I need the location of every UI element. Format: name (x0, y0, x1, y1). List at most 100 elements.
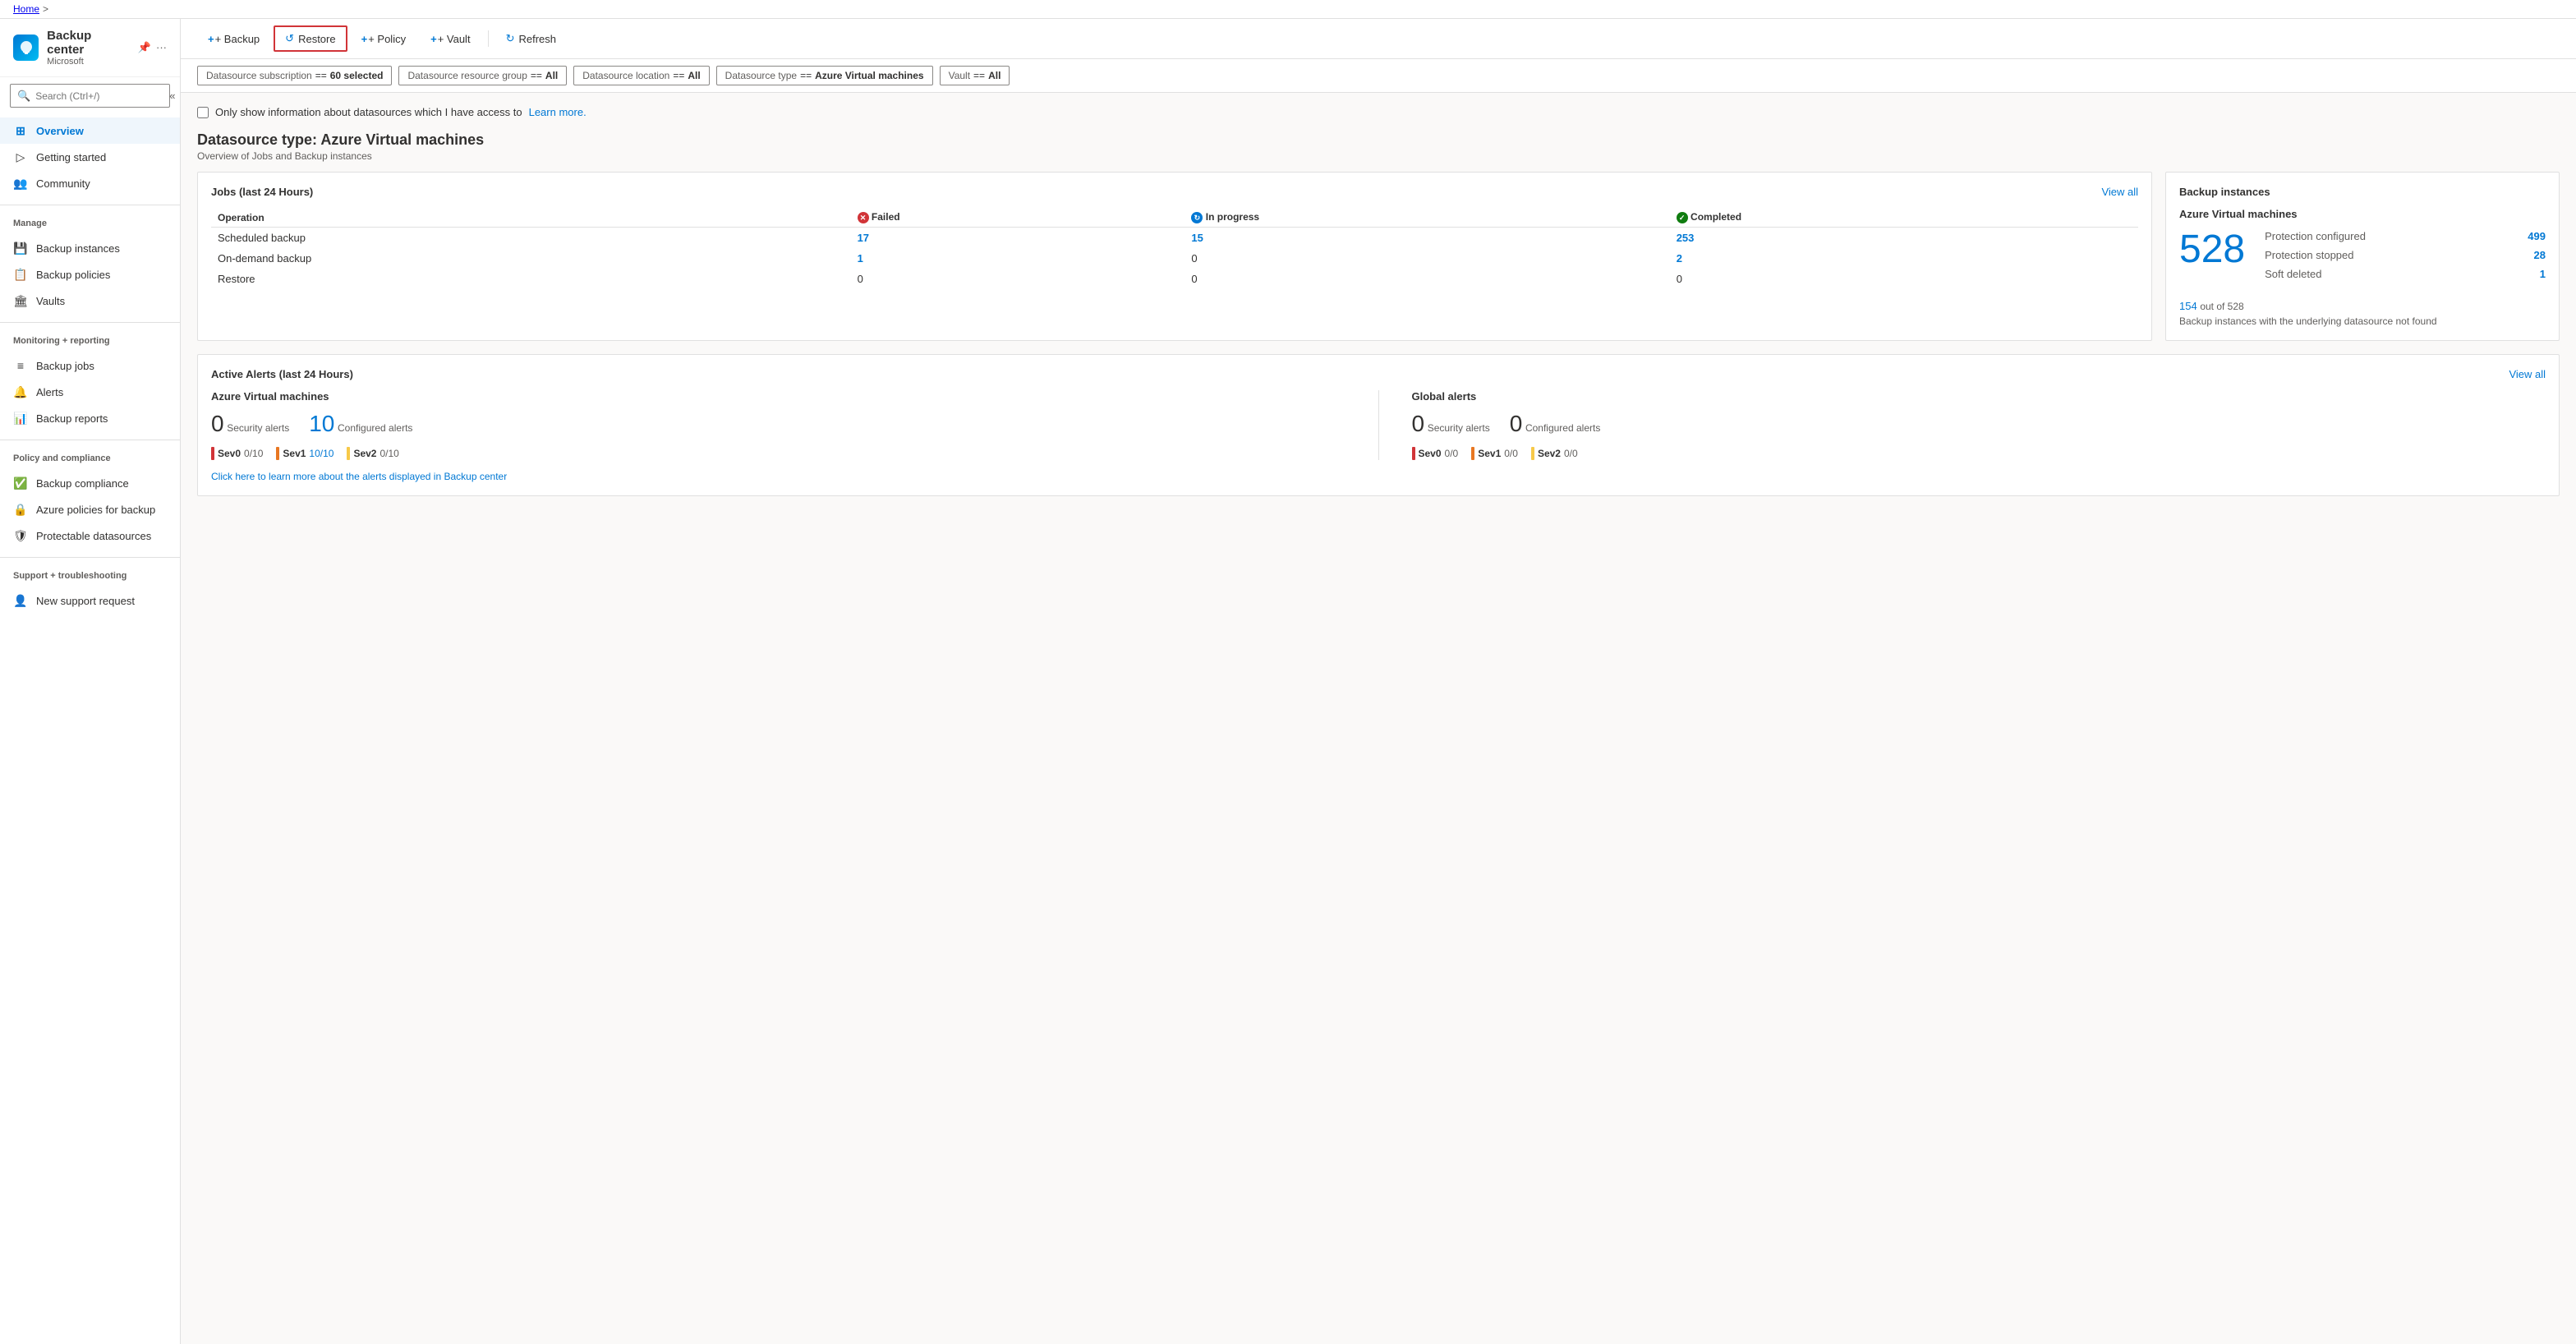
job-row-2-inprogress: 0 (1184, 269, 1669, 289)
vault-button[interactable]: + + Vault (420, 27, 481, 51)
breadcrumb-separator: > (43, 3, 48, 15)
policy-plus-icon: + (361, 33, 368, 45)
jobs-col-operation: Operation (211, 208, 851, 228)
sev1-label: Sev1 (283, 448, 306, 459)
alerts-footer: Click here to learn more about the alert… (211, 470, 2546, 482)
pin-icon[interactable]: 📌 (138, 41, 151, 54)
sidebar-item-new-support[interactable]: 👤 New support request (0, 587, 180, 614)
table-row: Scheduled backup 17 15 253 (211, 228, 2138, 249)
bi-big-number[interactable]: 528 (2179, 230, 2245, 269)
bi-main: 528 Protection configured 499 Protection… (2179, 230, 2546, 287)
jobs-card: Jobs (last 24 Hours) View all Operation … (197, 172, 2152, 341)
sidebar-item-label-backup-jobs: Backup jobs (36, 360, 94, 372)
bi-stopped-val[interactable]: 28 (2534, 249, 2546, 261)
bi-softdeleted-val[interactable]: 1 (2540, 268, 2546, 280)
job-row-2-op: Restore (211, 269, 851, 289)
alerts-sections: Azure Virtual machines 0 Security alerts… (211, 390, 2546, 460)
breadcrumb: Home > (0, 0, 2576, 19)
filter-resource-group[interactable]: Datasource resource group == All (398, 66, 567, 85)
filter-datasource-type[interactable]: Datasource type == Azure Virtual machine… (716, 66, 933, 85)
global-sev0: Sev0 0/0 (1412, 447, 1459, 460)
sidebar-item-backup-instances[interactable]: 💾 Backup instances (0, 235, 180, 261)
page-subtitle: Overview of Jobs and Backup instances (197, 150, 2560, 162)
job-row-0-inprogress[interactable]: 15 (1191, 232, 1203, 244)
job-row-0-failed[interactable]: 17 (858, 232, 869, 244)
sev1-val[interactable]: 10/10 (309, 448, 334, 459)
toolbar-divider (488, 30, 489, 47)
sidebar-item-azure-policies[interactable]: 🔒 Azure policies for backup (0, 496, 180, 522)
sidebar-item-overview[interactable]: ⊞ Overview (0, 117, 180, 144)
access-filter-checkbox[interactable] (197, 107, 209, 118)
filter-bar: Datasource subscription == 60 selected D… (181, 59, 2576, 93)
azure-vm-configured-label: Configured alerts (338, 422, 412, 434)
sidebar-item-community[interactable]: 👥 Community (0, 170, 180, 196)
filter-location[interactable]: Datasource location == All (573, 66, 709, 85)
sidebar-item-backup-compliance[interactable]: ✅ Backup compliance (0, 470, 180, 496)
bi-configured-label: Protection configured (2265, 230, 2366, 242)
page-title: Datasource type: Azure Virtual machines (197, 131, 2560, 149)
filter-subscription[interactable]: Datasource subscription == 60 selected (197, 66, 392, 85)
filter-vault-op: == (973, 70, 985, 81)
bi-configured-val[interactable]: 499 (2528, 230, 2546, 242)
azure-vm-configured-count-group: 10 Configured alerts (309, 411, 412, 437)
refresh-button[interactable]: ↻ Refresh (495, 26, 567, 51)
alerts-section-global: Global alerts 0 Security alerts 0 Config… (1412, 390, 2546, 460)
sidebar-item-protectable-datasources[interactable]: 🛡 Protectable datasources (0, 522, 180, 549)
search-box[interactable]: 🔍 « (10, 84, 170, 108)
sidebar-item-backup-reports[interactable]: 📊 Backup reports (0, 405, 180, 431)
job-row-1-completed[interactable]: 2 (1677, 252, 1682, 265)
sidebar-header: Backup center Microsoft 📌 ··· (0, 19, 180, 77)
sidebar-item-backup-policies[interactable]: 📋 Backup policies (0, 261, 180, 288)
backup-compliance-icon: ✅ (13, 476, 28, 490)
vaults-icon: 🏛 (13, 293, 28, 308)
sidebar-item-backup-jobs[interactable]: ≡ Backup jobs (0, 352, 180, 379)
sidebar-item-label-overview: Overview (36, 125, 84, 137)
policy-label: + Policy (368, 33, 406, 45)
bi-not-found-link[interactable]: 154 (2179, 300, 2197, 312)
filter-rg-key: Datasource resource group (407, 70, 527, 81)
filter-vault[interactable]: Vault == All (940, 66, 1010, 85)
collapse-icon[interactable]: « (168, 88, 177, 104)
filter-loc-key: Datasource location (582, 70, 669, 81)
monitoring-section-label: Monitoring + reporting (0, 328, 180, 349)
global-sev2-val: 0/0 (1564, 448, 1578, 459)
sidebar-item-alerts[interactable]: 🔔 Alerts (0, 379, 180, 405)
alerts-footer-link[interactable]: Click here to learn more about the alert… (211, 471, 507, 482)
completed-status-icon: ✓ (1677, 212, 1688, 223)
table-row: On-demand backup 1 0 2 (211, 248, 2138, 269)
job-row-2-completed: 0 (1670, 269, 2138, 289)
sidebar-item-label-community: Community (36, 177, 90, 190)
azure-vm-security-count: 0 (211, 411, 224, 436)
search-input[interactable] (35, 90, 163, 102)
azure-vm-security-label: Security alerts (227, 422, 289, 434)
restore-button[interactable]: ↺ Restore (274, 25, 347, 52)
jobs-view-all-link[interactable]: View all (2101, 186, 2138, 198)
alerts-card: Active Alerts (last 24 Hours) View all A… (197, 354, 2560, 496)
backup-button[interactable]: + + Backup (197, 27, 270, 51)
azure-vm-sev2: Sev2 0/10 (347, 447, 398, 460)
policy-button[interactable]: + + Policy (351, 27, 416, 51)
sidebar-item-getting-started[interactable]: ▷ Getting started (0, 144, 180, 170)
manage-section-label: Manage (0, 210, 180, 232)
failed-status-icon: ✕ (858, 212, 869, 223)
header-actions[interactable]: 📌 ··· (138, 41, 167, 54)
sev2-val: 0/10 (380, 448, 398, 459)
global-sev1: Sev1 0/0 (1471, 447, 1518, 460)
filter-loc-val: All (688, 70, 700, 81)
job-row-0-completed[interactable]: 253 (1677, 232, 1695, 244)
policy-section-label: Policy and compliance (0, 445, 180, 467)
global-sev0-label: Sev0 (1419, 448, 1442, 459)
breadcrumb-home[interactable]: Home (13, 3, 39, 15)
job-row-2-failed: 0 (851, 269, 1185, 289)
access-filter-label: Only show information about datasources … (215, 106, 522, 118)
sidebar-item-vaults[interactable]: 🏛 Vaults (0, 288, 180, 314)
azure-vm-sev0: Sev0 0/10 (211, 447, 263, 460)
global-sev2: Sev2 0/0 (1531, 447, 1578, 460)
job-row-1-failed[interactable]: 1 (858, 252, 863, 265)
jobs-card-title: Jobs (last 24 Hours) View all (211, 186, 2138, 198)
jobs-table: Operation ✕ Failed ↻ In progress (211, 208, 2138, 289)
learn-more-link[interactable]: Learn more. (529, 106, 586, 118)
alerts-view-all-link[interactable]: View all (2509, 368, 2546, 380)
more-icon[interactable]: ··· (156, 41, 167, 54)
job-row-1-inprogress: 0 (1184, 248, 1669, 269)
